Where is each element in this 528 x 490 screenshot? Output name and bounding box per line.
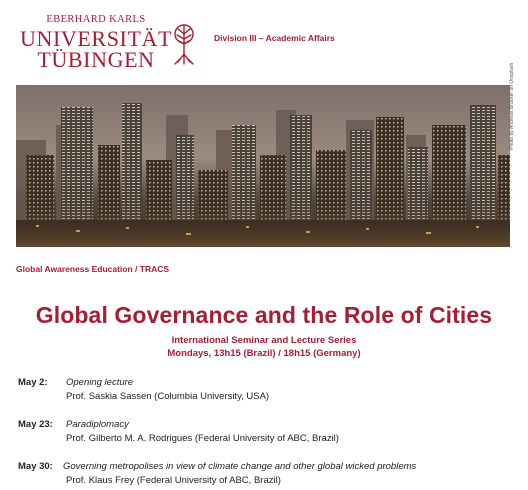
entry-topic: Governing metropolises in view of climat… [63,461,417,472]
city-skyline-photo [16,85,510,247]
university-tree-icon [174,24,194,65]
photo-credit: Photo by Andreas Brücker on Unsplash [509,62,515,150]
entry-speaker: Prof. Saskia Sassen (Columbia University… [66,391,270,402]
section-label: Global Awareness Education / TRACS [16,264,170,274]
entry-topic: Opening lecture [66,377,134,388]
entry-topic: Paradiplomacy [66,419,129,430]
entry-date: May 2: [18,377,48,388]
logo-line-3: TÜBINGEN [37,47,155,72]
entry-speaker: Prof. Klaus Frey (Federal University of … [66,475,281,486]
logo-line-1: EBERHARD KARLS [46,14,146,25]
entry-date: May 30: [18,461,53,472]
page-title: Global Governance and the Role of Cities [35,302,493,328]
subtitle-schedule: Mondays, 13h15 (Brazil) / 18h15 (Germany… [167,348,361,359]
schedule-entry: May 23: Paradiplomacy [18,419,129,430]
schedule-entry: May 30: Governing metropolises in view of… [18,461,416,472]
entry-date: May 23: [18,419,53,430]
division-label: Division III – Academic Affairs [214,33,335,43]
schedule-entry: May 2: Opening lecture [18,377,133,388]
subtitle-series: International Seminar and Lecture Series [171,335,357,346]
entry-speaker: Prof. Gilberto M. A. Rodrigues (Federal … [66,433,339,444]
